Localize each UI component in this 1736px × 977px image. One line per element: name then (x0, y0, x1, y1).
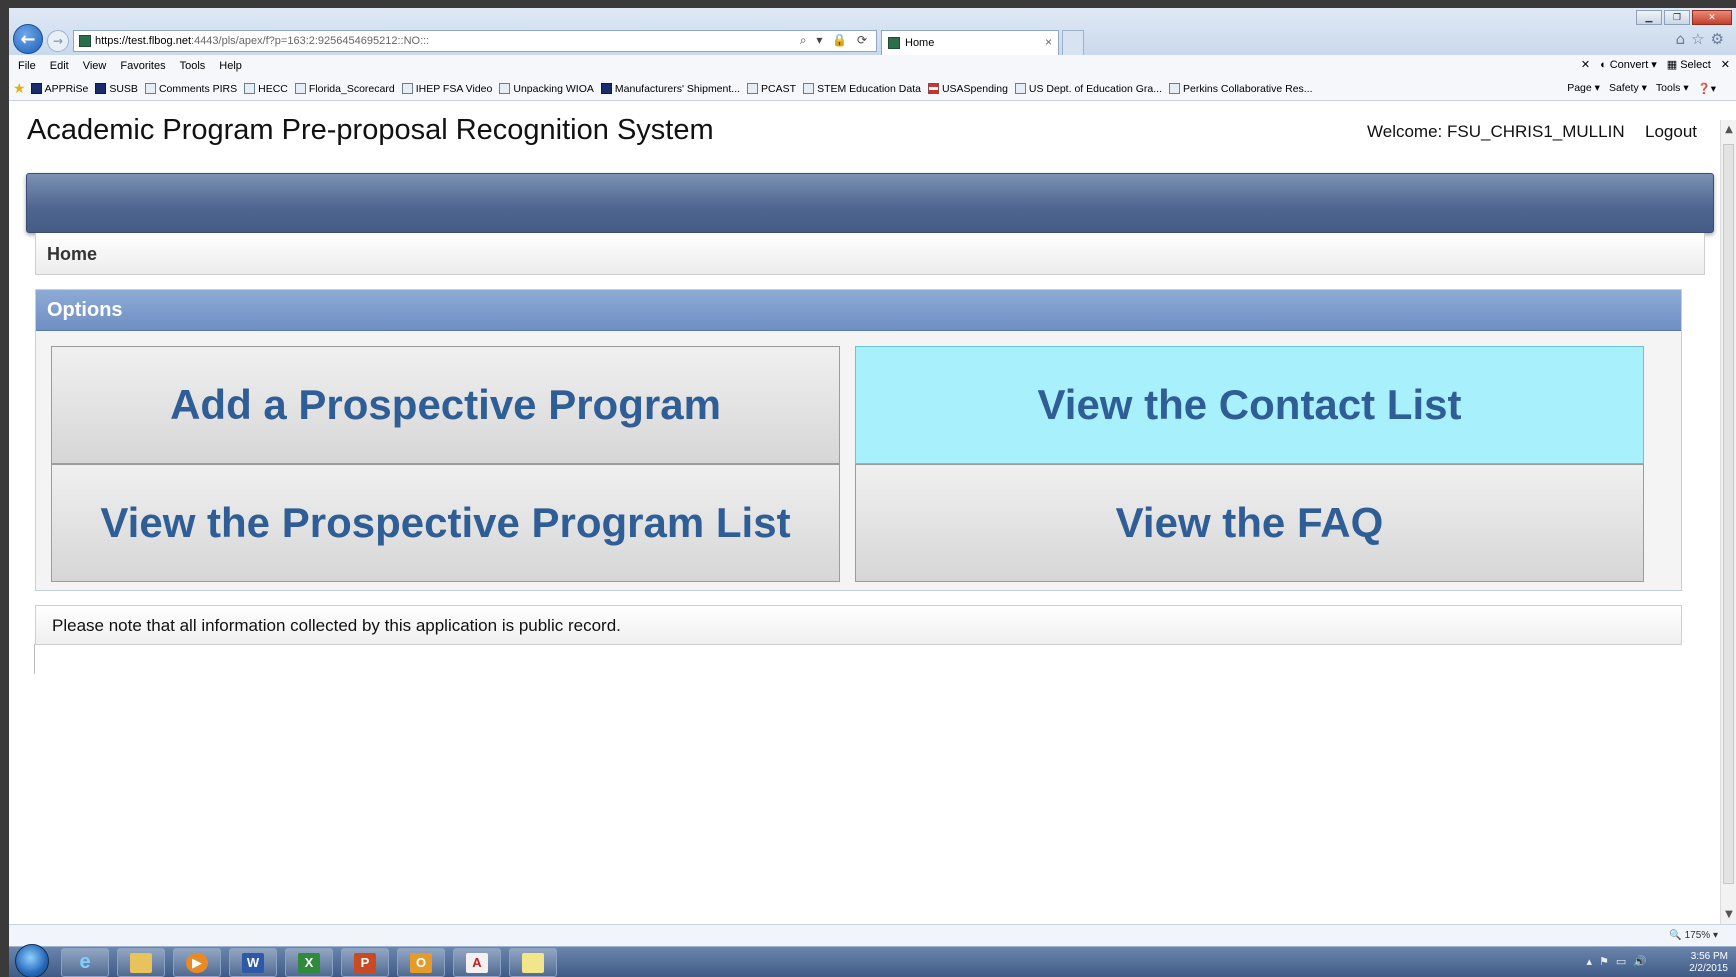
favorite-link[interactable]: Perkins Collaborative Res... (1169, 83, 1313, 95)
favorite-link[interactable]: Comments PIRS (144, 83, 237, 95)
browser-titlebar: ← → https://test.flbog.net:4443/pls/apex… (9, 8, 1736, 55)
options-header: Options (36, 290, 1681, 331)
favorite-link[interactable]: Manufacturers' Shipment... (600, 83, 740, 95)
favorite-link[interactable]: HECC (244, 83, 288, 95)
favorite-link[interactable]: IHEP FSA Video (401, 83, 492, 95)
tab-title: Home (905, 37, 935, 49)
zoom-level[interactable]: 🔍 175% ▾ (1669, 930, 1718, 941)
favorite-link[interactable]: Unpacking WIOA (499, 83, 594, 95)
media-player-icon[interactable]: ▶ (173, 948, 221, 977)
menu-bar: File Edit View Favorites Tools Help ✕ ◐ … (9, 55, 1736, 77)
header-banner (26, 173, 1714, 233)
url-path: :4443/pls/apex/f?p=163:2:9256454695212::… (191, 35, 430, 47)
menu-view[interactable]: View (83, 60, 107, 72)
command-page[interactable]: Page ▾ (1567, 82, 1600, 95)
view-faq-button[interactable]: View the FAQ (855, 464, 1644, 582)
new-tab-button[interactable] (1062, 30, 1084, 55)
convert-button[interactable]: ◐ Convert ▾ (1600, 58, 1657, 72)
favorite-link[interactable]: PCAST (747, 83, 796, 95)
back-arrow-icon[interactable]: ← (13, 24, 43, 54)
url-host: https://test.flbog.net (95, 35, 192, 47)
word-icon[interactable]: W (229, 948, 277, 977)
favorites-star-icon[interactable]: ★ (13, 81, 26, 97)
close-window-button[interactable]: ✕ (1692, 10, 1732, 25)
file-explorer-icon[interactable] (117, 948, 165, 977)
public-record-notice: Please note that all information collect… (35, 605, 1682, 645)
page-title: Academic Program Pre-proposal Recognitio… (27, 114, 714, 146)
tab-home[interactable]: Home × (881, 30, 1059, 55)
favorite-link[interactable]: SUSB (95, 83, 138, 95)
menu-edit[interactable]: Edit (50, 60, 69, 72)
acrobat-icon[interactable]: A (453, 948, 501, 977)
menu-help[interactable]: Help (219, 60, 242, 72)
favorites-bar: ★ APPRiSe SUSB Comments PIRS HECC Florid… (9, 77, 1736, 101)
logout-link[interactable]: Logout (1645, 122, 1697, 142)
scroll-up-icon[interactable]: ▲ (1723, 124, 1735, 135)
options-region: Options Add a Prospective Program View t… (35, 289, 1682, 591)
favorite-link[interactable]: APPRiSe (30, 83, 88, 95)
breadcrumb: Home (35, 233, 1705, 275)
site-favicon-icon (79, 35, 91, 47)
address-bar[interactable]: https://test.flbog.net:4443/pls/apex/f?p… (73, 30, 877, 52)
outlook-icon[interactable]: O (397, 948, 445, 977)
vertical-scrollbar[interactable]: ▲ ▼ (1720, 120, 1736, 924)
command-bar: Page ▾ Safety ▾ Tools ▾ ❓▾ (1567, 82, 1716, 95)
clock[interactable]: 3:56 PM 2/2/2015 (1689, 951, 1728, 975)
breadcrumb-home: Home (47, 244, 98, 264)
window-controls: ▁ ❐ ✕ (1636, 10, 1732, 25)
favorite-link[interactable]: Florida_Scorecard (294, 83, 395, 95)
minimize-button[interactable]: ▁ (1636, 10, 1662, 25)
forward-arrow-icon[interactable]: → (47, 30, 69, 52)
divider (34, 644, 35, 674)
powerpoint-icon[interactable]: P (341, 948, 389, 977)
pdf-toolbar: ✕ ◐ Convert ▾ ▦ Select ✕ (1581, 58, 1730, 72)
close-toolbar-icon-2[interactable]: ✕ (1721, 58, 1730, 71)
address-bar-icons[interactable]: ⌕ ▾ 🔒 ⟳ (800, 33, 870, 48)
menu-file[interactable]: File (18, 60, 36, 72)
close-toolbar-icon[interactable]: ✕ (1581, 58, 1590, 71)
taskbar: e ▶ W X P O A ▴⚑▭🔊 3:56 PM 2/2/2015 (9, 944, 1736, 977)
select-button[interactable]: ▦ Select (1667, 58, 1711, 72)
favorite-link[interactable]: STEM Education Data (803, 83, 921, 95)
internet-explorer-icon[interactable]: e (61, 948, 109, 977)
home-favorites-settings-icons[interactable]: ⌂☆⚙ (1676, 30, 1730, 48)
notice-text: Please note that all information collect… (52, 616, 621, 635)
tab-close-icon[interactable]: × (1045, 35, 1052, 49)
menu-tools[interactable]: Tools (180, 60, 206, 72)
help-icon[interactable]: ❓▾ (1698, 82, 1716, 95)
add-prospective-program-button[interactable]: Add a Prospective Program (51, 346, 840, 464)
command-tools[interactable]: Tools ▾ (1656, 82, 1689, 95)
browser-window: ← → https://test.flbog.net:4443/pls/apex… (9, 8, 1736, 977)
start-button[interactable] (15, 944, 49, 977)
clock-time: 3:56 PM (1690, 951, 1728, 962)
system-tray-icons[interactable]: ▴⚑▭🔊 (1587, 955, 1654, 968)
sticky-notes-icon[interactable] (509, 948, 557, 977)
scroll-thumb[interactable] (1723, 144, 1734, 884)
favorite-link[interactable]: US Dept. of Education Gra... (1014, 83, 1162, 95)
favorite-link[interactable]: USASpending (927, 83, 1008, 95)
tab-favicon-icon (888, 37, 900, 49)
scroll-down-icon[interactable]: ▼ (1723, 909, 1735, 920)
clock-date: 2/2/2015 (1689, 963, 1728, 974)
status-bar: 🔍 175% ▾ (9, 924, 1736, 946)
excel-icon[interactable]: X (285, 948, 333, 977)
welcome-user: Welcome: FSU_CHRIS1_MULLIN (1367, 122, 1625, 141)
menu-favorites[interactable]: Favorites (120, 60, 165, 72)
options-title: Options (47, 299, 123, 321)
view-contact-list-button[interactable]: View the Contact List (855, 346, 1644, 464)
restore-button[interactable]: ❐ (1664, 10, 1690, 25)
command-safety[interactable]: Safety ▾ (1609, 82, 1647, 95)
view-program-list-button[interactable]: View the Prospective Program List (51, 464, 840, 582)
